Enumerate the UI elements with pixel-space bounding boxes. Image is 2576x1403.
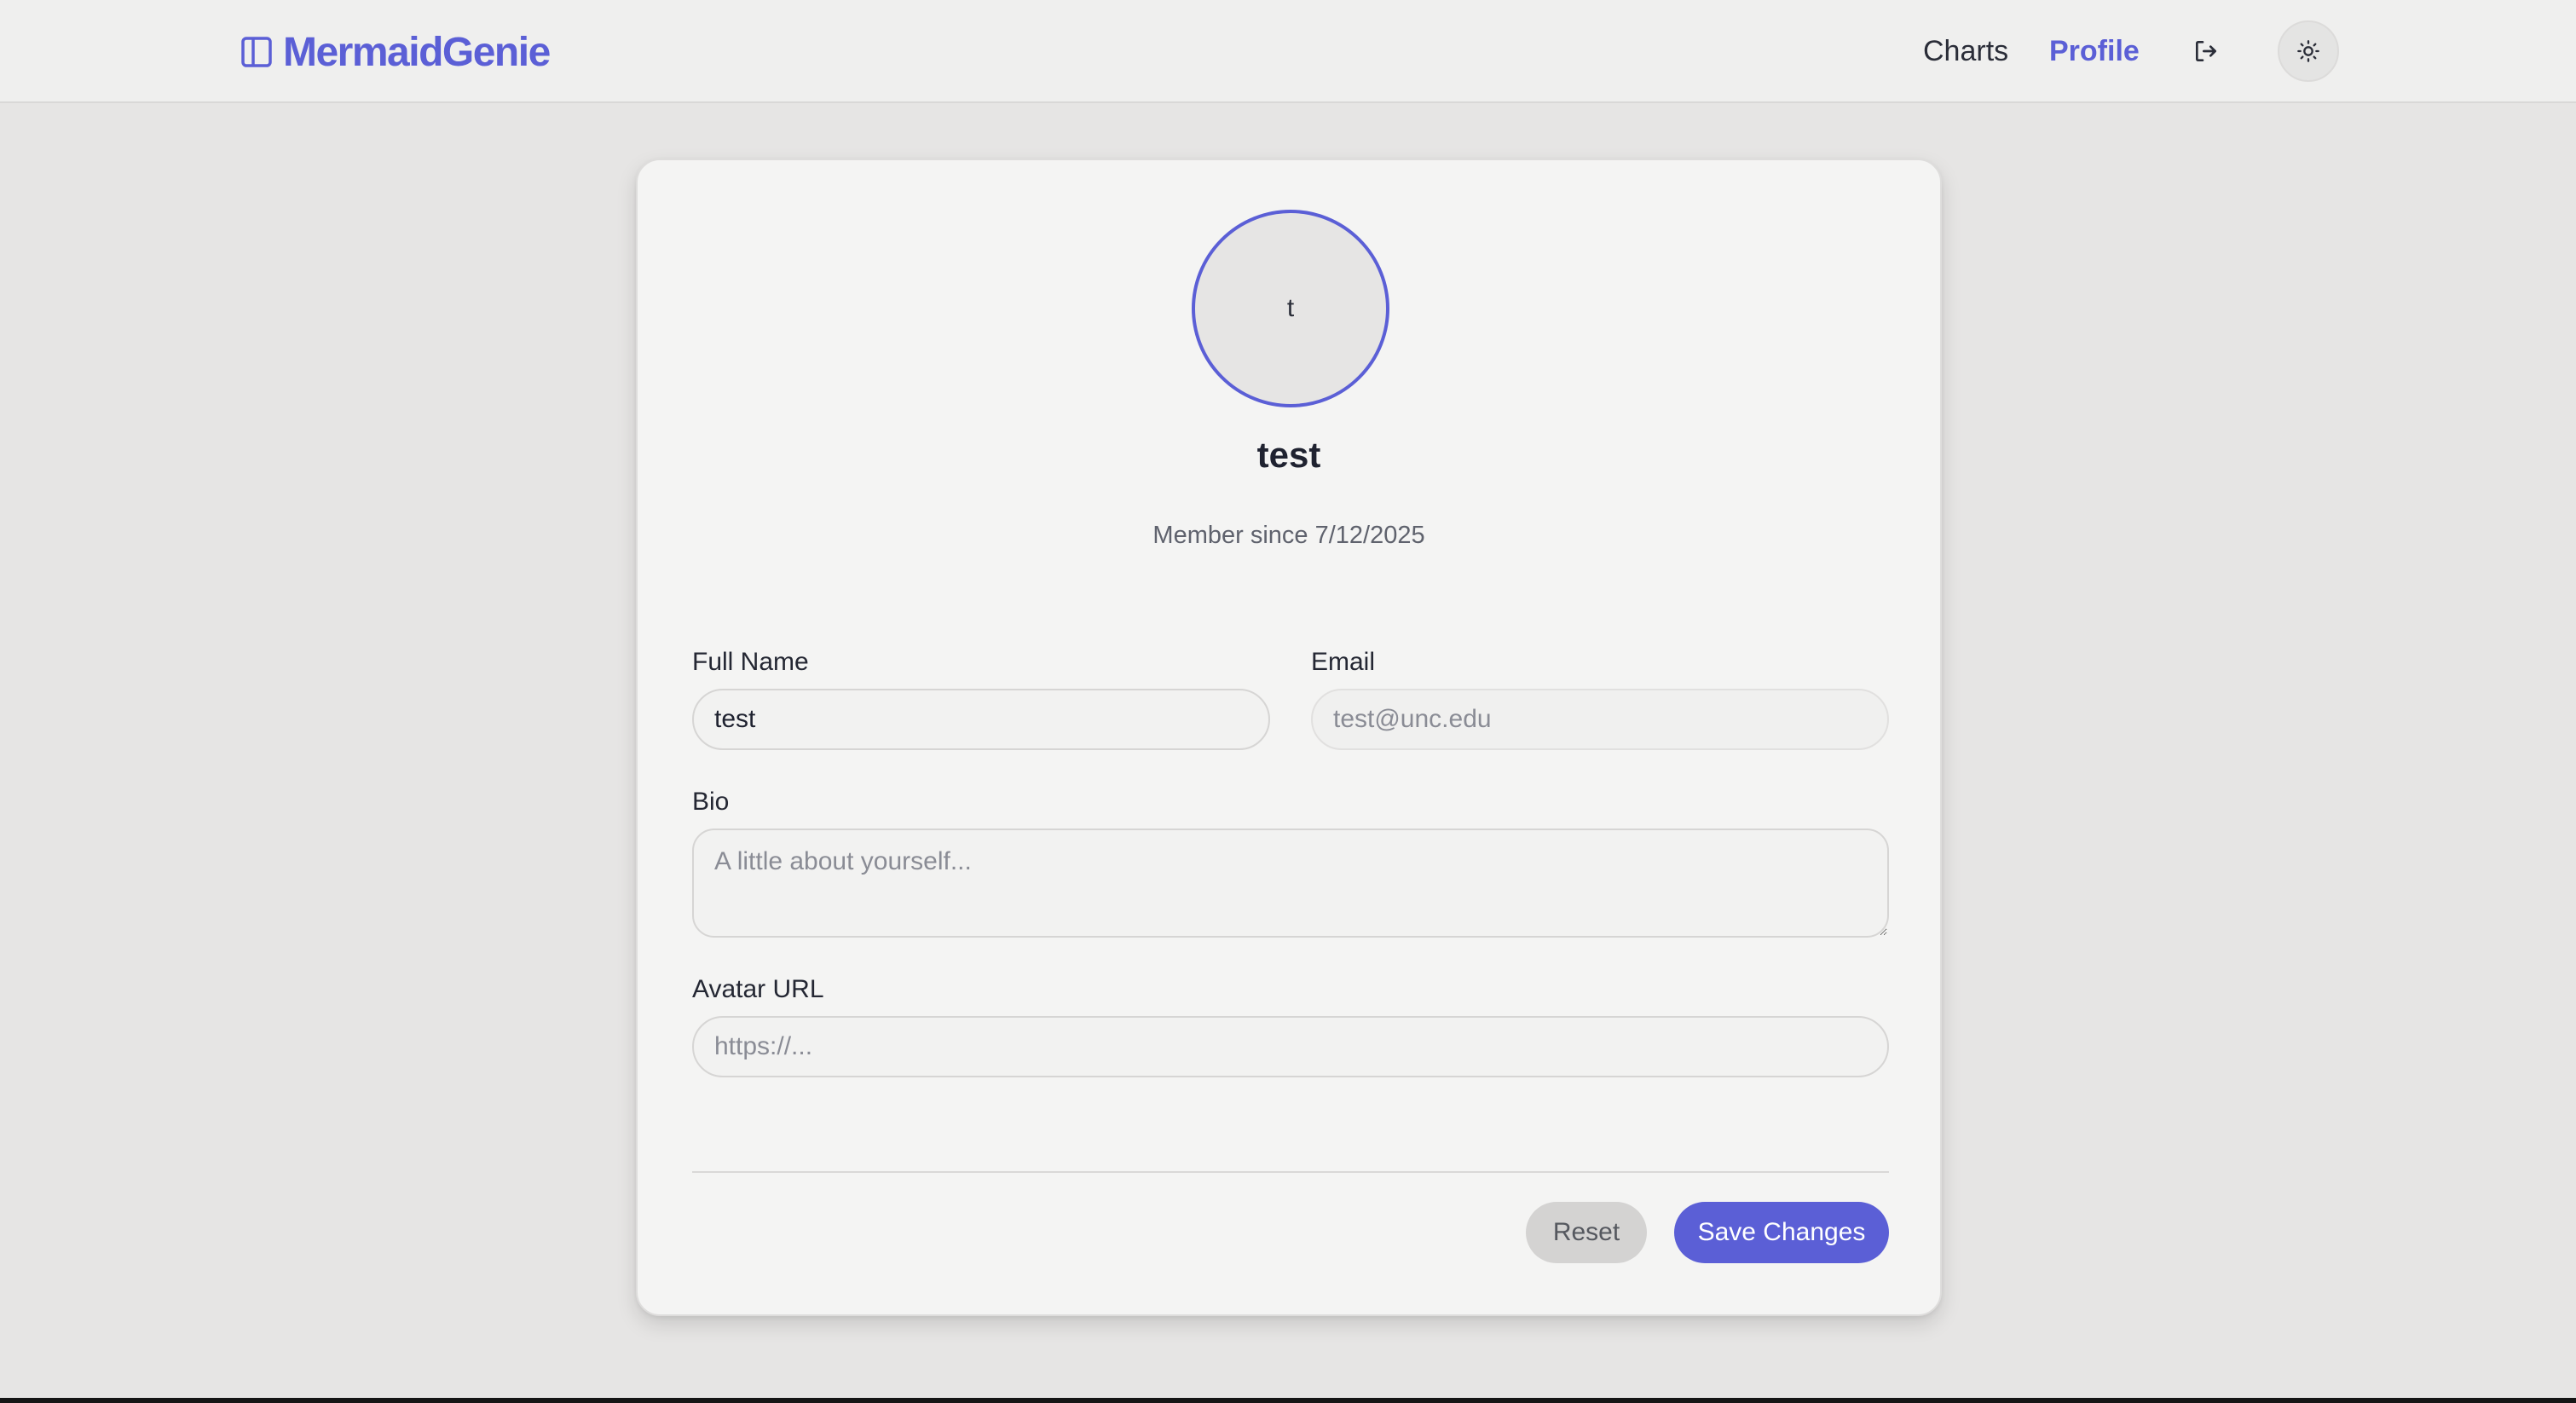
- theme-toggle-button[interactable]: [2278, 20, 2339, 82]
- avatar-url-input[interactable]: [692, 1016, 1889, 1077]
- brand-logo-link[interactable]: MermaidGenie: [240, 26, 551, 78]
- full-name-label: Full Name: [692, 648, 809, 676]
- profile-card: t test Member since 7/12/2025 Full Name …: [636, 159, 1942, 1316]
- member-since-text: Member since 7/12/2025: [1152, 522, 1425, 549]
- full-name-input[interactable]: [692, 689, 1270, 750]
- nav-charts-link[interactable]: Charts: [1923, 32, 2008, 70]
- logout-button[interactable]: [2189, 32, 2223, 70]
- email-input[interactable]: [1311, 689, 1889, 750]
- save-changes-button[interactable]: Save Changes: [1674, 1202, 1889, 1263]
- profile-username: test: [1256, 435, 1321, 475]
- sun-icon: [2297, 40, 2319, 62]
- bio-label: Bio: [692, 788, 730, 816]
- nav-profile-link[interactable]: Profile: [2049, 32, 2140, 70]
- reset-button[interactable]: Reset: [1526, 1202, 1647, 1263]
- top-navbar: MermaidGenie Charts Profile: [0, 0, 2576, 103]
- avatar-url-label: Avatar URL: [692, 975, 824, 1003]
- avatar-initial: t: [1286, 294, 1295, 322]
- bio-textarea[interactable]: [692, 829, 1889, 938]
- email-label: Email: [1311, 648, 1376, 676]
- brand-name[interactable]: MermaidGenie: [283, 29, 551, 76]
- avatar: t: [1192, 210, 1389, 407]
- window-bottom-edge: [0, 1398, 2576, 1403]
- logout-icon: [2196, 41, 2216, 61]
- form-divider: [692, 1171, 1889, 1173]
- sidebar-panel-icon[interactable]: [240, 35, 273, 69]
